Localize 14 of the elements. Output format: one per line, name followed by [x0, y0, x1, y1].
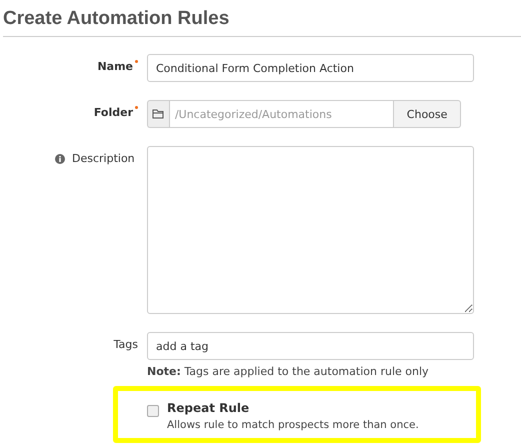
description-field[interactable]: [147, 146, 474, 314]
field-label: Name: [97, 60, 133, 73]
name-input[interactable]: Conditional Form Completion Action: [147, 54, 474, 82]
field-label: Description: [72, 152, 135, 165]
repeat-rule-description: Allows rule to match prospects more than once.: [167, 419, 419, 431]
choose-button[interactable]: Choose: [394, 100, 461, 128]
repeat-checkbox[interactable]: [147, 405, 159, 417]
field-label: Folder: [94, 106, 133, 119]
tags-input[interactable]: add a tag: [147, 332, 474, 360]
repeat-rule-label: Repeat Rule: [167, 401, 250, 415]
folder-icon: [152, 109, 164, 119]
page-title: Create Automation Rules: [2, 7, 230, 31]
field-label: Tags: [114, 338, 138, 351]
tags-note: Note: Tags are applied to the automation rule only: [147, 365, 430, 378]
